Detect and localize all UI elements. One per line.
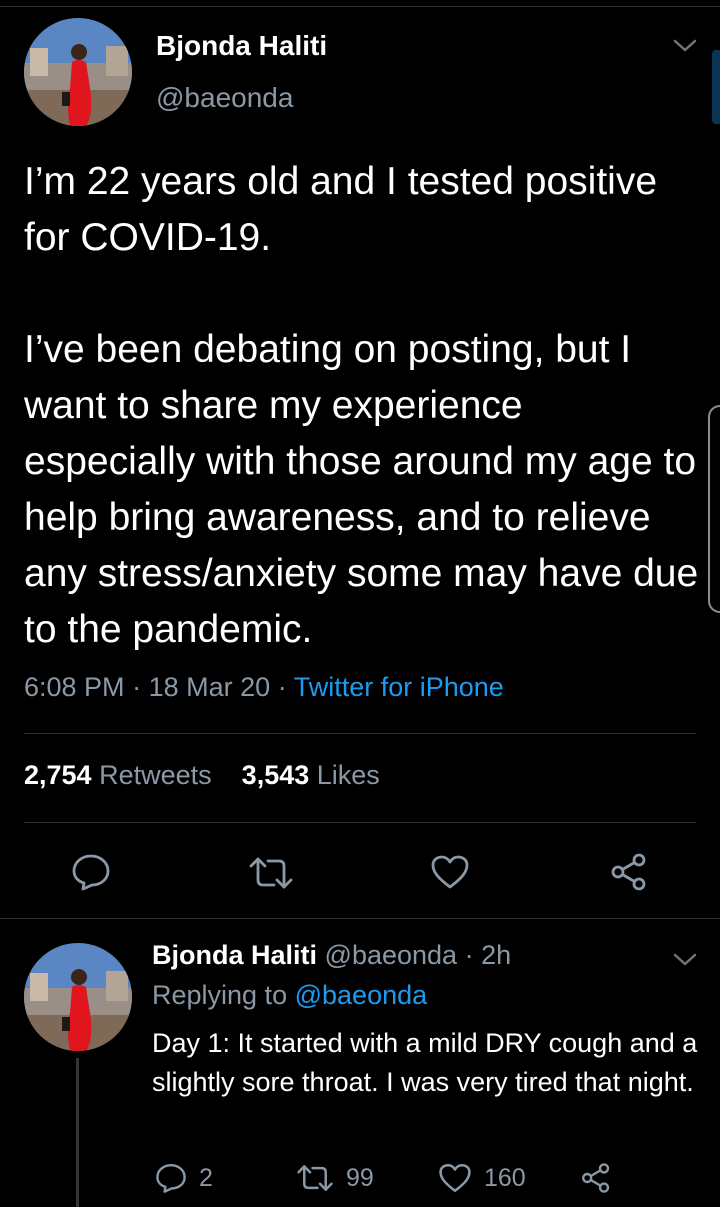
heart-icon — [431, 855, 469, 889]
likes-label: Likes — [316, 760, 380, 790]
reply-text: Day 1: It started with a mild DRY cough … — [152, 1028, 698, 1097]
reply-time: · 2h — [464, 940, 512, 970]
heart-icon — [439, 1163, 471, 1193]
reply-reply-count: 2 — [199, 1163, 213, 1192]
reply-icon — [156, 1164, 186, 1193]
likes-count: 3,543 — [241, 760, 310, 790]
retweet-icon — [249, 857, 293, 889]
reply-button[interactable] — [71, 853, 111, 891]
thread-divider — [0, 918, 720, 919]
divider — [24, 733, 696, 734]
divider — [24, 822, 696, 823]
reply-retweet-button[interactable]: 99 — [296, 1163, 374, 1193]
reply-reply-button[interactable]: 2 — [155, 1162, 213, 1194]
reply-icon — [72, 854, 110, 891]
replying-prefix: Replying to — [152, 980, 288, 1010]
like-button[interactable] — [430, 854, 470, 890]
reply-retweet-count: 99 — [346, 1163, 374, 1192]
tweet-stats: 2,754 Retweets 3,543 Likes — [24, 760, 380, 791]
chevron-down-icon[interactable] — [672, 36, 698, 61]
meta-separator: · — [277, 672, 287, 702]
reply-header: Bjonda Haliti @baeonda · 2h — [152, 940, 511, 971]
author-name[interactable]: Bjonda Haliti — [156, 30, 327, 62]
share-icon — [611, 853, 646, 891]
reply-like-count: 160 — [484, 1163, 526, 1192]
reply-author-handle[interactable]: @baeonda — [325, 940, 458, 970]
edge-panel-handle[interactable] — [708, 405, 720, 613]
top-border — [0, 6, 720, 7]
reply-like-button[interactable]: 160 — [438, 1162, 526, 1194]
chevron-down-icon[interactable] — [672, 950, 698, 975]
retweets-stat[interactable]: 2,754 Retweets — [24, 760, 212, 790]
reply-share-button[interactable] — [580, 1162, 612, 1194]
author-handle[interactable]: @baeonda — [156, 82, 293, 114]
reply-author-avatar[interactable] — [24, 943, 132, 1051]
tweet-text: I’m 22 years old and I tested positive f… — [24, 160, 699, 651]
tweet-time: 6:08 PM — [24, 672, 125, 702]
retweet-icon — [297, 1165, 333, 1191]
replying-to: Replying to @baeonda — [152, 980, 427, 1011]
tweet-source-link[interactable]: Twitter for iPhone — [294, 672, 504, 702]
tweet-date: 18 Mar 20 — [148, 672, 271, 702]
share-icon — [582, 1163, 610, 1193]
share-button[interactable] — [609, 853, 649, 891]
retweets-count: 2,754 — [24, 760, 92, 790]
thread-line — [76, 1058, 79, 1207]
author-avatar[interactable] — [24, 18, 132, 126]
likes-stat[interactable]: 3,543 Likes — [242, 760, 380, 790]
reply-author-name[interactable]: Bjonda Haliti — [152, 940, 317, 970]
replying-to-handle[interactable]: @baeonda — [295, 980, 428, 1010]
scroll-indicator — [712, 50, 720, 124]
meta-separator: · — [132, 672, 142, 702]
retweet-button[interactable] — [248, 856, 294, 890]
tweet-meta: 6:08 PM · 18 Mar 20 · Twitter for iPhone — [24, 672, 504, 703]
retweets-label: Retweets — [99, 760, 212, 790]
